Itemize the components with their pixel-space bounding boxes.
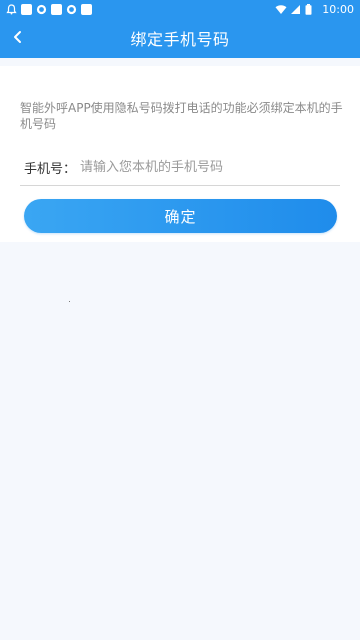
- page-title: 绑定手机号码: [130, 30, 230, 49]
- wifi-icon: [275, 4, 287, 15]
- status-time: 10:00: [322, 2, 354, 16]
- bind-phone-card: 智能外呼APP使用隐私号码拨打电话的功能必须绑定本机的手机号码 手机号： 确定: [0, 66, 360, 242]
- phone-row: 手机号：: [20, 150, 340, 186]
- ring-icon: [66, 4, 77, 15]
- notification-icon: [6, 3, 17, 15]
- phone-input[interactable]: [80, 153, 340, 182]
- status-bar: 10:00: [0, 0, 360, 18]
- status-bar-right: 10:00: [275, 3, 354, 16]
- stray-dot: [69, 301, 70, 302]
- notice-text: 智能外呼APP使用隐私号码拨打电话的功能必须绑定本机的手机号码: [20, 101, 343, 131]
- status-bar-left: [6, 3, 92, 15]
- chevron-left-icon: [11, 29, 25, 48]
- battery-icon: [305, 3, 316, 15]
- header: 绑定手机号码: [0, 18, 360, 58]
- confirm-button[interactable]: 确定: [24, 199, 337, 233]
- square-icon: [51, 3, 62, 15]
- phone-label: 手机号：: [24, 162, 77, 177]
- signal-icon: [290, 4, 301, 15]
- square-icon: [81, 3, 92, 15]
- square-icon: [21, 3, 32, 15]
- ring-icon: [36, 4, 47, 15]
- back-button[interactable]: [6, 26, 30, 50]
